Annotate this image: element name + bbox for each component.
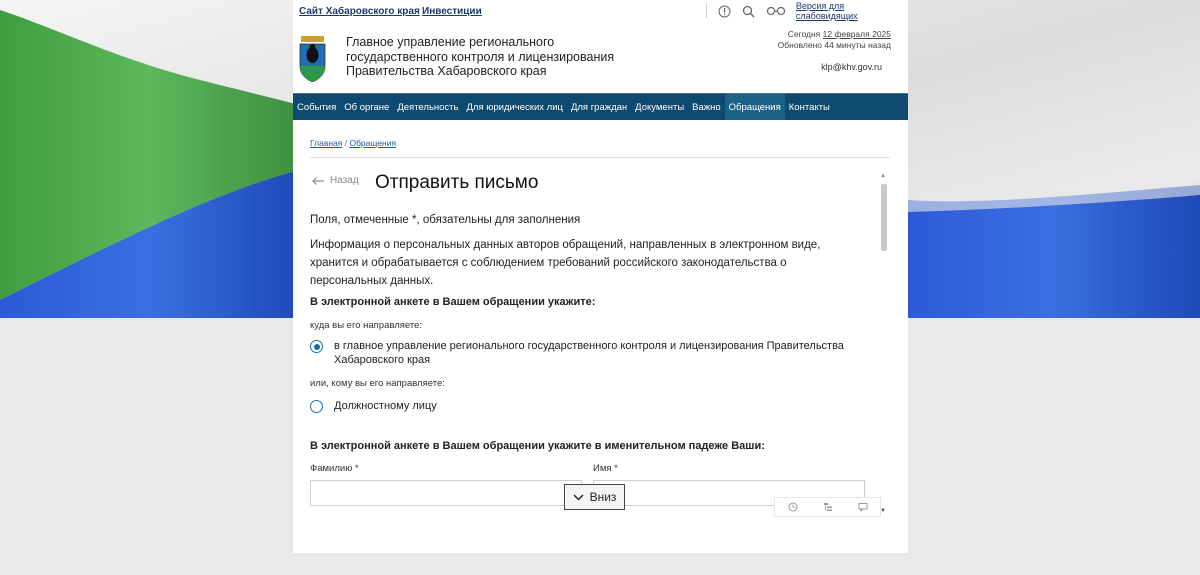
divider [310,157,890,158]
breadcrumb-current[interactable]: Обращения [349,138,396,148]
name-label: Имя * [593,463,618,474]
section-heading-personal: В электронной анкете в Вашем обращении у… [310,440,765,452]
nav-item-citizens[interactable]: Для граждан [567,94,631,121]
today-date[interactable]: 12 февраля 2025 [823,29,891,39]
back-button[interactable]: Назад [312,175,359,186]
sitemap-icon[interactable] [822,501,834,513]
radio-label-official: Должностному лицу [334,400,437,412]
or-label: или, кому вы его направляете: [310,378,445,389]
nav-item-appeals[interactable]: Обращения [724,94,785,121]
surname-field[interactable] [310,480,582,506]
page-title: Отправить письмо [375,172,539,193]
accessibility-tools: Версия для слабовидящих [718,1,908,21]
radio-label-department: в главное управление регионального госуд… [334,340,844,366]
nav-item-legal-entities[interactable]: Для юридических лиц [462,94,566,121]
updated-text: Обновлено 44 минуты назад [777,40,891,50]
message-icon[interactable] [857,501,869,513]
coat-of-arms-icon[interactable] [299,36,326,82]
nav-item-important[interactable]: Важно [688,94,725,121]
today-label: Сегодня [787,29,821,39]
info-icon[interactable] [718,4,732,18]
nav-item-activity[interactable]: Деятельность [393,94,462,121]
content-panel: Главная / Обращения Назад Отправить пись… [293,120,908,553]
form-scrollbar[interactable]: ▲ ▼ [879,173,888,514]
radio-option-department[interactable]: в главное управление регионального госуд… [310,339,849,367]
low-vision-link[interactable]: Версия для слабовидящих [796,1,908,21]
divider [706,4,707,18]
contact-email[interactable]: klp@khv.gov.ru [821,62,882,72]
site-header: Главное управление регионального государ… [293,22,908,93]
scroll-up-icon[interactable]: ▲ [880,173,886,179]
privacy-info: Информация о персональных данных авторов… [310,239,821,287]
organization-title: Главное управление регионального государ… [346,35,615,78]
scroll-down-label: Вниз [589,490,617,504]
investments-link[interactable]: Инвестиции [422,6,482,17]
chevron-down-icon [573,493,584,501]
search-icon[interactable] [742,4,756,18]
radio-button-selected[interactable] [310,340,323,353]
top-link-bar: Сайт Хабаровского края Инвестиции Версия… [293,0,908,23]
surname-label: Фамилию * [310,463,359,474]
section-heading-recipient: В электронной анкете в Вашем обращении у… [310,296,596,308]
main-nav: События Об органе Деятельность Для юриди… [293,93,908,121]
floating-toolbar [774,497,881,517]
nav-item-contacts[interactable]: Контакты [785,94,834,121]
where-label: куда вы его направляете: [310,320,423,331]
glasses-icon[interactable] [766,4,786,18]
region-site-link[interactable]: Сайт Хабаровского края [299,6,420,17]
scroll-down-button[interactable]: Вниз [564,484,625,510]
nav-item-about[interactable]: Об органе [340,94,393,121]
clock-icon[interactable] [787,501,799,513]
radio-option-official[interactable]: Должностному лицу [310,399,849,413]
scrollbar-thumb[interactable] [881,184,887,251]
radio-button[interactable] [310,400,323,413]
date-info: Сегодня 12 февраля 2025 Обновлено 44 мин… [778,29,891,51]
arrow-left-icon [312,176,324,185]
back-label: Назад [330,175,359,186]
nav-item-documents[interactable]: Документы [631,94,688,121]
breadcrumb-home[interactable]: Главная [310,138,342,148]
breadcrumb: Главная / Обращения [310,138,396,148]
nav-item-events[interactable]: События [293,94,340,121]
required-note: Поля, отмеченные *, обязательны для запо… [310,214,581,226]
